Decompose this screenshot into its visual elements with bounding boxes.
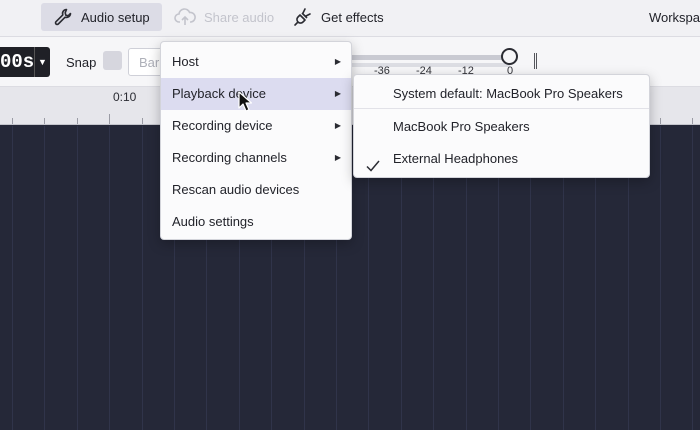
triangle-right-icon: ▶: [334, 121, 341, 130]
grid-line: [109, 126, 110, 430]
submenu-item-system-default[interactable]: System default: MacBook Pro Speakers: [354, 75, 649, 109]
menu-item-audio-settings[interactable]: Audio settings: [161, 206, 351, 238]
menu-item-recording-channels[interactable]: Recording channels ▶: [161, 142, 351, 174]
submenu-item-macbook-pro-speakers[interactable]: MacBook Pro Speakers: [354, 111, 649, 143]
menu-item-label: Recording device: [172, 118, 273, 133]
grid-line: [692, 126, 693, 430]
plug-icon: [293, 7, 313, 27]
menu-item-label: Recording channels: [172, 150, 287, 165]
menu-item-host[interactable]: Host ▶: [161, 46, 351, 78]
checkmark-icon: [366, 152, 380, 184]
menu-item-playback-device[interactable]: Playback device ▶: [161, 78, 351, 110]
triangle-right-icon: ▶: [334, 153, 341, 162]
menu-item-label: Host: [172, 54, 199, 69]
playback-device-submenu: System default: MacBook Pro Speakers Mac…: [353, 74, 650, 178]
audio-setup-menu: Host ▶ Playback device ▶ Recording devic…: [160, 41, 352, 240]
snap-checkbox[interactable]: [103, 51, 122, 70]
get-effects-button[interactable]: Get effects: [281, 3, 396, 31]
grid-line: [44, 126, 45, 430]
grid-line: [142, 126, 143, 430]
triangle-right-icon: ▶: [334, 57, 341, 66]
ruler-tick: [44, 118, 45, 124]
get-effects-label: Get effects: [321, 9, 384, 25]
playback-volume-slider[interactable]: [501, 48, 518, 65]
wrench-icon: [53, 7, 73, 27]
ruler-tick: [142, 118, 143, 124]
audio-setup-button[interactable]: Audio setup: [41, 3, 162, 31]
triangle-right-icon: ▶: [334, 89, 341, 98]
share-audio-label: Share audio: [204, 9, 275, 25]
snap-label: Snap: [66, 55, 97, 70]
ruler-tick: [692, 118, 693, 124]
triangle-down-icon[interactable]: ▼: [35, 57, 50, 67]
menu-item-recording-device[interactable]: Recording device ▶: [161, 110, 351, 142]
cloud-upload-icon: [174, 7, 196, 27]
ruler-tick: [77, 118, 78, 124]
submenu-item-label: External Headphones: [393, 151, 519, 166]
ruler-tick: [12, 118, 13, 124]
audio-setup-label: Audio setup: [81, 9, 150, 25]
playback-meter: [350, 55, 510, 60]
grid-line: [12, 126, 13, 430]
workspace-button[interactable]: Workspa: [649, 10, 700, 25]
mouse-pointer-icon: [238, 91, 254, 116]
ruler-tick: [660, 118, 661, 124]
menu-item-label: Audio settings: [172, 214, 254, 229]
ruler-time-label: 0:10: [113, 90, 137, 104]
time-display[interactable]: 00s ▼: [0, 47, 50, 77]
submenu-item-label: MacBook Pro Speakers: [393, 119, 530, 134]
grid-line: [77, 126, 78, 430]
top-toolbar: Audio setup Share audio Get effects Work…: [0, 0, 700, 37]
menu-item-rescan-audio-devices[interactable]: Rescan audio devices: [161, 174, 351, 206]
submenu-item-external-headphones[interactable]: External Headphones: [354, 143, 649, 175]
ruler-tick: [109, 114, 110, 124]
menu-item-label: Rescan audio devices: [172, 182, 300, 197]
meter-grip-handle[interactable]: [534, 53, 537, 69]
grid-line: [660, 126, 661, 430]
time-text: 00s: [0, 51, 34, 73]
submenu-item-label: System default: MacBook Pro Speakers: [393, 86, 623, 101]
share-audio-button[interactable]: Share audio: [162, 3, 286, 31]
